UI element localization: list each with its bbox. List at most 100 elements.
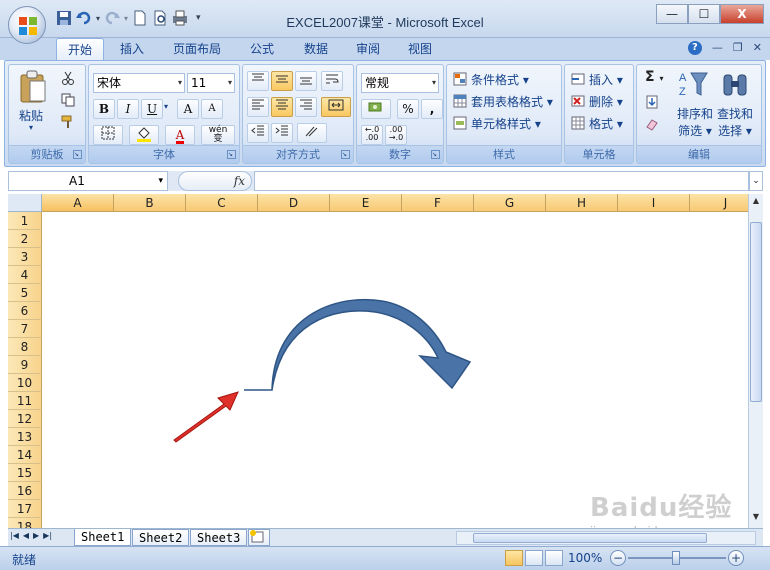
row-header[interactable]: 2 [8, 230, 42, 248]
align-top-button[interactable] [247, 71, 269, 91]
font-color-button[interactable]: A [165, 125, 195, 145]
align-center-button[interactable] [271, 97, 293, 117]
decrease-decimal-button[interactable]: .00 →.0 [385, 125, 407, 145]
paste-icon[interactable] [19, 69, 47, 103]
align-bottom-button[interactable] [295, 71, 317, 91]
row-header[interactable]: 14 [8, 446, 42, 464]
row-header[interactable]: 12 [8, 410, 42, 428]
font-size-combo[interactable]: 11 ▾ [187, 73, 235, 93]
row-header[interactable]: 16 [8, 482, 42, 500]
row-header[interactable]: 6 [8, 302, 42, 320]
sort-filter-button[interactable]: 排序和 筛选 ▾ [677, 105, 713, 139]
column-header-j[interactable]: J [690, 194, 748, 212]
row-header[interactable]: 3 [8, 248, 42, 266]
maximize-button[interactable]: ☐ [688, 4, 720, 24]
name-box-dropdown-icon[interactable]: ▾ [158, 172, 163, 190]
column-header-b[interactable]: B [114, 194, 186, 212]
zoom-slider-thumb[interactable] [672, 551, 680, 565]
name-box[interactable]: A1 ▾ [8, 171, 168, 191]
delete-cells-button[interactable]: 删除 ▾ [589, 93, 623, 110]
font-launcher-icon[interactable]: ↘ [227, 150, 236, 159]
copy-icon[interactable] [61, 93, 75, 107]
increase-indent-button[interactable] [271, 123, 293, 143]
page-layout-view-icon[interactable] [525, 550, 543, 566]
column-header-e[interactable]: E [330, 194, 402, 212]
paste-dropdown-icon[interactable]: ▾ [29, 123, 33, 132]
column-header-f[interactable]: F [402, 194, 474, 212]
cut-icon[interactable] [61, 71, 75, 85]
zoom-in-icon[interactable]: + [728, 550, 744, 566]
sheet-tab-sheet1[interactable]: Sheet1 [74, 529, 132, 546]
doc-minimize-icon[interactable]: — [712, 41, 723, 55]
fill-icon[interactable] [645, 95, 659, 109]
underline-button[interactable]: U [141, 99, 163, 119]
grow-font-button[interactable]: A [177, 99, 199, 119]
tab-insert[interactable]: 插入 [108, 38, 156, 60]
sheet-tab-sheet2[interactable]: Sheet2 [132, 529, 190, 546]
accounting-format-button[interactable] [361, 99, 391, 119]
shrink-font-button[interactable]: A [201, 99, 223, 119]
bold-button[interactable]: B [93, 99, 115, 119]
find-select-button[interactable]: 查找和 选择 ▾ [717, 105, 753, 139]
row-header[interactable]: 4 [8, 266, 42, 284]
cell-styles-button[interactable]: 单元格样式 ▾ [471, 115, 541, 132]
column-header-g[interactable]: G [474, 194, 546, 212]
red-pointer-arrow-shape[interactable] [173, 391, 239, 443]
horizontal-scrollbar[interactable] [456, 531, 756, 545]
row-header[interactable]: 17 [8, 500, 42, 518]
column-header-c[interactable]: C [186, 194, 258, 212]
help-icon[interactable]: ? [687, 41, 702, 55]
phonetic-button[interactable]: wén 变 [201, 125, 235, 145]
tab-formulas[interactable]: 公式 [238, 38, 286, 60]
tab-view[interactable]: 视图 [396, 38, 444, 60]
doc-close-icon[interactable]: ✕ [753, 41, 762, 55]
insert-sheet-button[interactable] [248, 529, 270, 546]
number-launcher-icon[interactable]: ↘ [431, 150, 440, 159]
row-header[interactable]: 8 [8, 338, 42, 356]
wrap-text-button[interactable] [321, 71, 343, 91]
curved-arrow-shape[interactable] [244, 298, 472, 391]
number-format-combo[interactable]: 常规 ▾ [361, 73, 439, 93]
increase-decimal-button[interactable]: ←.0.00 [361, 125, 383, 145]
minimize-button[interactable]: — [656, 4, 688, 24]
close-button[interactable]: X [720, 4, 764, 24]
scroll-up-icon[interactable]: ▲ [750, 196, 762, 210]
office-button[interactable] [8, 6, 46, 44]
select-all-corner[interactable] [8, 194, 42, 212]
vertical-scroll-thumb[interactable] [750, 222, 762, 402]
vertical-scrollbar[interactable]: ▲ ▼ [748, 194, 763, 528]
orientation-button[interactable] [297, 123, 327, 143]
format-painter-icon[interactable] [61, 115, 75, 129]
format-cells-button[interactable]: 格式 ▾ [589, 115, 623, 132]
font-name-combo[interactable]: 宋体 ▾ [93, 73, 185, 93]
italic-button[interactable]: I [117, 99, 139, 119]
row-header[interactable]: 15 [8, 464, 42, 482]
row-header[interactable]: 10 [8, 374, 42, 392]
clear-icon[interactable] [645, 117, 659, 131]
horizontal-scroll-thumb[interactable] [473, 533, 707, 543]
insert-function-icon[interactable]: fx [234, 174, 245, 188]
alignment-launcher-icon[interactable]: ↘ [341, 150, 350, 159]
row-header[interactable]: 18 [8, 518, 42, 528]
fill-color-button[interactable] [129, 125, 159, 145]
column-header-i[interactable]: I [618, 194, 690, 212]
clipboard-launcher-icon[interactable]: ↘ [73, 150, 82, 159]
borders-button[interactable] [93, 125, 123, 145]
underline-dropdown-icon[interactable]: ▾ [164, 102, 168, 111]
normal-view-icon[interactable] [505, 550, 523, 566]
tab-home[interactable]: 开始 [56, 38, 104, 60]
align-left-button[interactable] [247, 97, 269, 117]
paste-button-label[interactable]: 粘贴 [19, 107, 43, 124]
zoom-level[interactable]: 100% [568, 551, 602, 565]
align-middle-button[interactable] [271, 71, 293, 91]
row-header[interactable]: 13 [8, 428, 42, 446]
merge-center-button[interactable] [321, 97, 351, 117]
autosum-button[interactable]: Σ ▾ [645, 69, 663, 85]
comma-button[interactable]: , [421, 99, 443, 119]
column-header-a[interactable]: A [42, 194, 114, 212]
insert-cells-button[interactable]: 插入 ▾ [589, 71, 623, 88]
align-right-button[interactable] [295, 97, 317, 117]
row-header[interactable]: 11 [8, 392, 42, 410]
conditional-format-button[interactable]: 条件格式 ▾ [471, 71, 529, 88]
expand-formula-bar-icon[interactable]: ⌄ [749, 171, 763, 191]
